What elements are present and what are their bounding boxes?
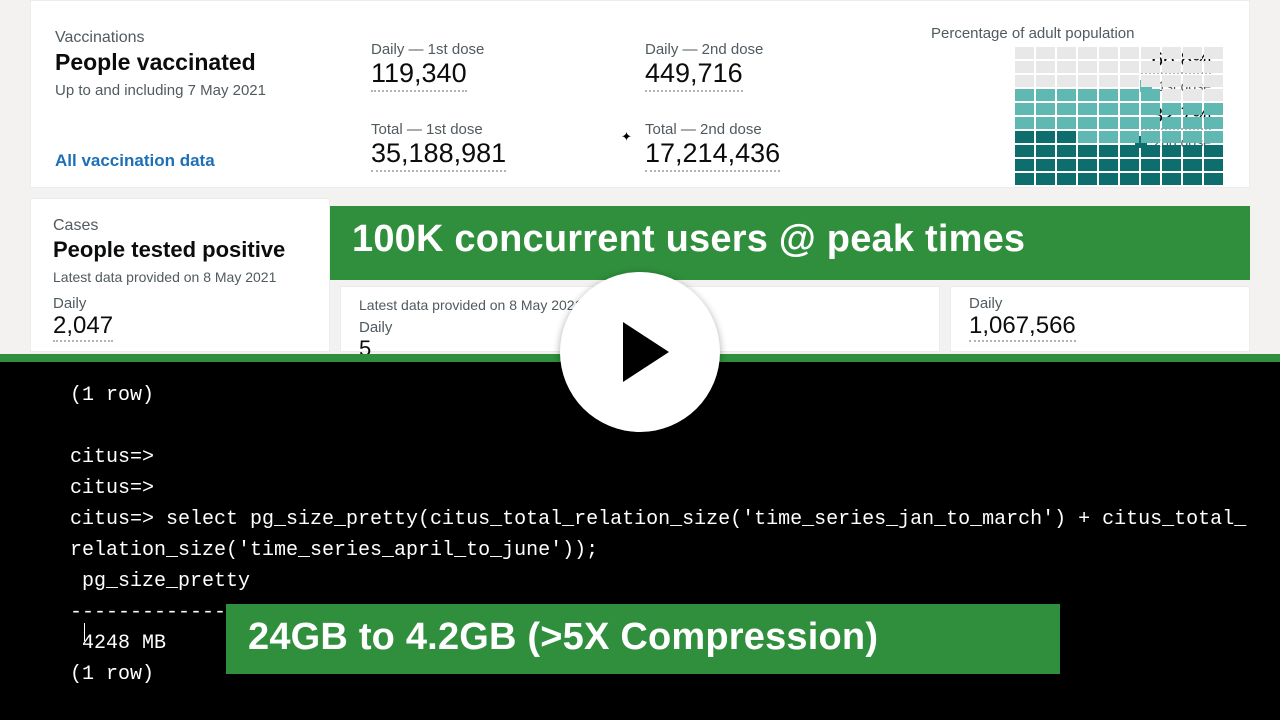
stat-value: 35,188,981 bbox=[371, 138, 506, 172]
vax-tag: Vaccinations bbox=[55, 29, 335, 47]
all-vaccination-data-link[interactable]: All vaccination data bbox=[55, 151, 215, 171]
cases-daily-label: Daily bbox=[53, 295, 307, 312]
stat-value: 119,340 bbox=[371, 58, 467, 92]
term-line: citus=> bbox=[70, 477, 154, 500]
stat-value: 17,214,436 bbox=[645, 138, 780, 172]
play-button[interactable] bbox=[560, 272, 720, 432]
waffle-title: Percentage of adult population bbox=[881, 25, 1221, 42]
waffle-grid bbox=[1015, 47, 1223, 185]
right-card: Daily 1,067,566 bbox=[950, 286, 1250, 352]
term-line: pg_size_pretty bbox=[70, 570, 250, 593]
text-caret-icon bbox=[84, 623, 85, 641]
vaccinations-card: Vaccinations People vaccinated Up to and… bbox=[30, 0, 1250, 188]
cases-card: Cases People tested positive Latest data… bbox=[30, 198, 330, 352]
term-line: relation_size('time_series_april_to_june… bbox=[70, 539, 598, 562]
banner-peak-users: 100K concurrent users @ peak times bbox=[330, 206, 1250, 280]
cases-tag: Cases bbox=[53, 217, 307, 235]
vax-subtitle: Up to and including 7 May 2021 bbox=[55, 82, 335, 99]
banner-compression: 24GB to 4.2GB (>5X Compression) bbox=[226, 604, 1060, 674]
term-line: (1 row) bbox=[70, 384, 154, 407]
stat-value: 449,716 bbox=[645, 58, 743, 92]
stat-label: Total — 1st dose bbox=[371, 121, 506, 138]
right-daily-label: Daily bbox=[969, 295, 1231, 312]
stat-total-2nd: Total — 2nd dose 17,214,436 bbox=[645, 121, 780, 172]
term-line: citus=> select pg_size_pretty(citus_tota… bbox=[70, 508, 1246, 531]
stat-daily-2nd: Daily — 2nd dose 449,716 bbox=[645, 41, 763, 92]
stat-label: Daily — 1st dose bbox=[371, 41, 484, 58]
cases-title: People tested positive bbox=[53, 237, 307, 263]
right-daily-value: 1,067,566 bbox=[969, 312, 1076, 342]
cases-sub: Latest data provided on 8 May 2021 bbox=[53, 269, 307, 285]
stat-total-1st: Total — 1st dose 35,188,981 bbox=[371, 121, 506, 172]
cases-daily-value: 2,047 bbox=[53, 312, 113, 342]
term-line: citus=> bbox=[70, 446, 154, 469]
term-line: (1 row) bbox=[70, 663, 154, 686]
stat-daily-1st: Daily — 1st dose 119,340 bbox=[371, 41, 484, 92]
stat-label: Total — 2nd dose bbox=[645, 121, 780, 138]
stat-label: Daily — 2nd dose bbox=[645, 41, 763, 58]
mouse-cursor-icon: ✦ bbox=[621, 129, 632, 145]
vax-title: People vaccinated bbox=[55, 49, 335, 76]
play-icon bbox=[623, 322, 669, 382]
